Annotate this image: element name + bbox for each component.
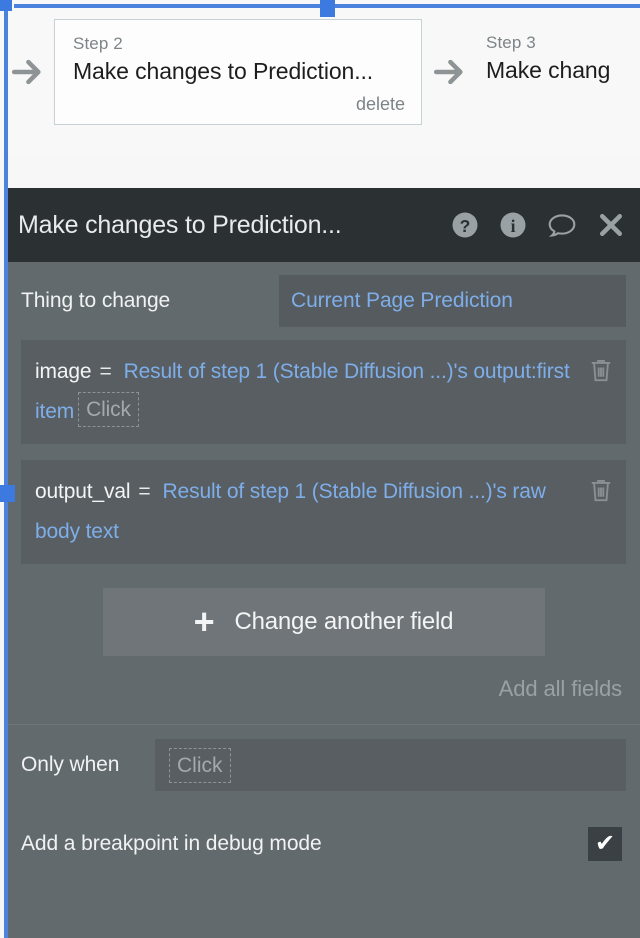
arrow-right-icon [0,55,54,89]
thing-to-change-value: Current Page Prediction [291,289,513,312]
field-equals: = [99,360,112,383]
breakpoint-checkbox[interactable]: ✔ [588,827,622,861]
field-click-placeholder[interactable]: Click [78,392,139,427]
thing-to-change-dropdown[interactable]: Current Page Prediction [279,275,626,327]
field-name: image [35,360,92,383]
workflow-strip[interactable]: Step 2 Make changes to Prediction... del… [0,0,640,156]
only-when-row: Only when Click [7,725,640,805]
change-another-field-row: + Change another field [7,580,640,656]
thing-to-change-label: Thing to change [21,289,171,312]
step-delete-link[interactable]: delete [356,94,405,115]
breakpoint-label: Add a breakpoint in debug mode [21,832,322,855]
add-all-fields-link[interactable]: Add all fields [499,676,622,702]
panel-header-actions: ? i [450,210,630,240]
workflow-step-card-3[interactable]: Step 3 Make chang [476,19,640,125]
breakpoint-row[interactable]: Add a breakpoint in debug mode ✔ [7,805,640,883]
info-circle-icon[interactable]: i [498,210,528,240]
field-row-output-val[interactable]: output_val = Result of step 1 (Stable Diff… [21,460,626,564]
property-editor-panel: Make changes to Prediction... ? i Thing … [4,188,640,938]
close-icon[interactable] [596,210,626,240]
panel-header: Make changes to Prediction... ? i [7,188,640,262]
step-number-label-3: Step 3 [486,33,536,52]
arrow-right-icon-2 [422,55,476,89]
panel-body: Thing to change Current Page Prediction … [7,262,640,883]
change-another-field-label: Change another field [234,608,454,635]
question-circle-icon[interactable]: ? [450,210,480,240]
step-title: Make changes to Prediction... [73,58,374,84]
check-icon: ✔ [594,830,616,857]
add-all-fields-row: Add all fields [7,656,640,702]
svg-text:i: i [511,216,516,236]
plus-icon: + [193,601,215,642]
trash-icon-2[interactable] [587,476,615,506]
panel-title: Make changes to Prediction... [18,210,342,239]
workflow-steps-container: Step 2 Make changes to Prediction... del… [0,14,640,130]
thing-to-change-row: Thing to change Current Page Prediction [7,262,640,340]
trash-icon[interactable] [587,356,615,386]
field-equals-2: = [138,480,151,503]
only-when-label: Only when [21,753,120,776]
step-title-3: Make chang [486,57,611,83]
change-another-field-button[interactable]: + Change another field [102,588,545,656]
svg-text:?: ? [460,216,471,236]
screen-root: Step 2 Make changes to Prediction... del… [0,0,640,938]
field-row-image[interactable]: image = Result of step 1 (Stable Diffusion… [21,340,626,444]
comment-bubble-icon[interactable] [546,210,578,240]
workflow-step-card-2[interactable]: Step 2 Make changes to Prediction... del… [54,19,422,125]
step-number-label: Step 2 [73,34,123,53]
only-when-click-placeholder[interactable]: Click [169,747,231,783]
field-name-2: output_val [35,480,131,503]
only-when-input[interactable]: Click [155,739,626,791]
